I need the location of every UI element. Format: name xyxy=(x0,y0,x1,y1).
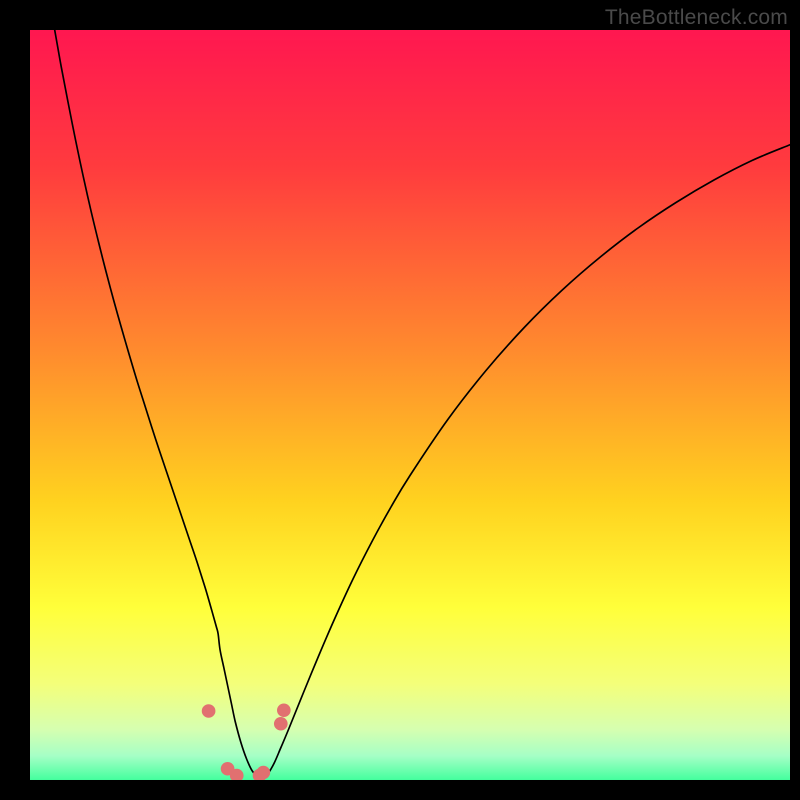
plot-region xyxy=(30,30,790,780)
chart-frame: TheBottleneck.com xyxy=(0,0,800,800)
curve-marker xyxy=(202,704,216,718)
curve-marker xyxy=(277,704,291,718)
watermark-label: TheBottleneck.com xyxy=(605,6,788,30)
curve-layer xyxy=(30,30,790,780)
curve-marker xyxy=(256,766,270,780)
curve-markers xyxy=(202,704,291,781)
bottleneck-curve xyxy=(55,30,790,777)
curve-marker xyxy=(274,717,288,731)
